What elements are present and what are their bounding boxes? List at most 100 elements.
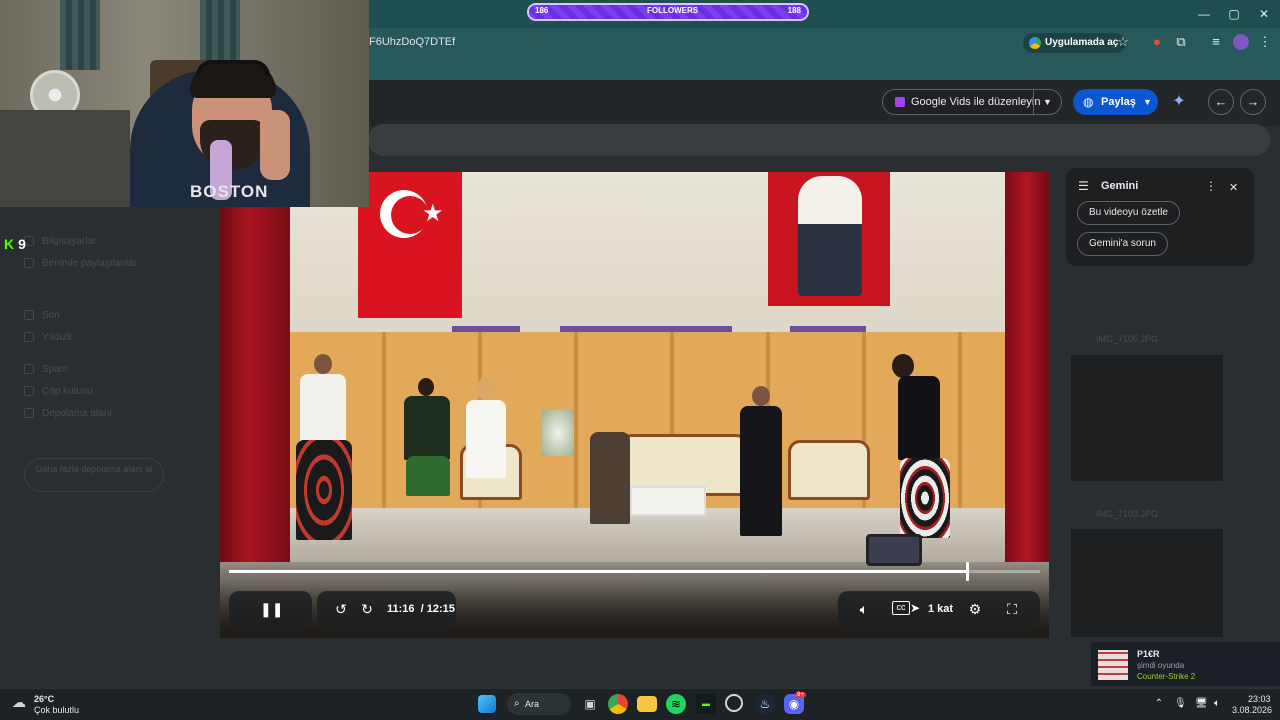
rewind-10-icon[interactable]: ↺ <box>332 600 350 618</box>
open-in-app-button[interactable]: Uygulamada aç <box>1023 33 1127 53</box>
video-frame[interactable]: ★ <box>220 172 1049 638</box>
clock-icon <box>24 310 34 321</box>
progress-played <box>229 570 967 573</box>
search-icon: ⌕ <box>514 698 520 709</box>
discord-badge: 9+ <box>795 692 806 698</box>
taskbar-search[interactable]: ⌕ Ara <box>507 693 571 715</box>
sidebar-item-computers[interactable]: Bilgisayarlar <box>24 236 96 247</box>
task-view-icon[interactable]: ▣ <box>580 694 600 714</box>
obs-icon[interactable] <box>725 694 743 712</box>
friend-avatar <box>1098 650 1128 680</box>
duration: / 12:15 <box>420 603 455 615</box>
shared-icon <box>24 258 34 269</box>
sidebar-item-storage[interactable]: Depolama alanı <box>24 408 112 419</box>
playback-speed[interactable]: 1 kat <box>928 603 953 615</box>
edit-with-vids-button[interactable]: Google Vids ile düzenleyin ▼ <box>882 89 1062 115</box>
clock-date[interactable]: 3.08.2026 <box>1232 705 1272 715</box>
portrait-banner <box>768 172 890 306</box>
close-window-icon[interactable]: ✕ <box>1256 6 1272 22</box>
turkish-flag: ★ <box>358 172 462 318</box>
trash-icon <box>24 386 34 397</box>
followers-right-count: 188 <box>787 6 801 15</box>
captions-icon[interactable]: cc <box>892 601 910 615</box>
kick-logo: K <box>4 236 15 252</box>
extensions-puzzle-icon[interactable]: ⧉ <box>1173 34 1189 50</box>
sidebar-item-shared[interactable]: Benimle paylaşılanlar <box>24 258 137 269</box>
progress-scrubber[interactable] <box>966 562 969 581</box>
file-title: IMG_7103.JPG <box>1096 509 1159 519</box>
star-icon <box>24 332 34 343</box>
share-button[interactable]: ◍ Paylaş ▼ <box>1073 89 1158 115</box>
more-vert-icon[interactable]: ⋮ <box>1205 179 1217 193</box>
summarize-video-chip[interactable]: Bu videoyu özetle <box>1077 201 1180 225</box>
bookmark-star-icon[interactable]: ☆ <box>1115 34 1131 50</box>
network-icon[interactable]: 🖥︎ <box>1195 698 1208 710</box>
time-display: 11:16 / 12:15 <box>387 603 455 615</box>
speaker-icon[interactable]: 🔈︎ <box>1211 698 1223 710</box>
vids-icon <box>895 97 905 107</box>
drive-icon <box>1029 37 1041 49</box>
followers-label: FOLLOWERS <box>647 6 699 15</box>
get-more-storage-button[interactable]: Daha fazla depolama alanı al <box>24 458 164 492</box>
previous-arrow-icon[interactable]: ← <box>1208 89 1234 115</box>
gemini-sparkle-icon[interactable]: ✦ <box>1170 93 1188 111</box>
kick-app-icon[interactable]: ▬ <box>696 694 716 714</box>
headset <box>196 60 270 76</box>
close-icon[interactable]: ✕ <box>1229 181 1238 194</box>
volume-icon[interactable]: 🔈︎ <box>855 600 873 618</box>
settings-icon[interactable]: ⚙ <box>966 600 984 618</box>
maximize-icon[interactable]: ▢ <box>1226 6 1242 22</box>
current-time: 11:16 <box>387 603 415 615</box>
fullscreen-icon[interactable]: ⛶ <box>1003 600 1021 618</box>
followers-goal-widget: 186 FOLLOWERS 188 <box>527 3 809 21</box>
sidebar-item-recent[interactable]: Son <box>24 310 60 321</box>
weather-temp[interactable]: 26°C <box>34 694 54 704</box>
extension-icon[interactable]: ● <box>1149 34 1165 50</box>
minimize-icon[interactable]: — <box>1196 6 1212 22</box>
gemini-menu-icon: ☰ <box>1078 179 1089 193</box>
spotify-icon[interactable]: ≋ <box>666 694 686 714</box>
spam-icon <box>24 364 34 375</box>
start-icon[interactable] <box>478 695 496 713</box>
friend-name: P1€R <box>1137 649 1160 659</box>
cloud-weather-icon[interactable]: ☁ <box>12 694 26 711</box>
sidebar-item-spam[interactable]: Spam <box>24 364 68 375</box>
steam-icon[interactable]: ♨ <box>755 694 775 714</box>
file-thumbnail[interactable] <box>1070 528 1224 638</box>
friend-status: şimdi oyunda <box>1137 661 1185 670</box>
curtain-right <box>1005 172 1049 562</box>
more-vert-icon[interactable]: ⋮ <box>1257 34 1273 50</box>
sidebar-item-starred[interactable]: Yıldızlı <box>24 332 72 343</box>
followers-left-count: 186 <box>535 6 549 15</box>
curtain-left <box>220 172 290 562</box>
friend-game: Counter-Strike 2 <box>1137 672 1196 681</box>
profile-avatar[interactable] <box>1233 34 1249 50</box>
sidebar-item-trash[interactable]: Çöp kutusu <box>24 386 93 397</box>
clock-time[interactable]: 23:03 <box>1248 694 1271 704</box>
microphone-icon[interactable]: 🎙︎ <box>1174 698 1187 710</box>
kick-viewer-count: K9 <box>4 236 26 252</box>
file-explorer-icon[interactable] <box>637 696 657 712</box>
pause-icon[interactable]: ❚❚ <box>260 600 283 618</box>
phone-in-audience <box>866 534 922 566</box>
chevron-down-icon[interactable]: ▼ <box>1043 90 1052 114</box>
drive-search-bar[interactable] <box>368 124 1270 156</box>
weather-desc[interactable]: Çok bulutlu <box>34 705 79 715</box>
next-arrow-icon[interactable]: → <box>1240 89 1266 115</box>
forward-10-icon[interactable]: ↻ <box>358 600 376 618</box>
file-thumbnail[interactable] <box>1070 354 1224 482</box>
mouse-cursor-icon: ➤ <box>910 601 921 615</box>
chevron-down-icon[interactable]: ▼ <box>1143 89 1152 115</box>
file-title: IMG_7105.JPG <box>1096 334 1159 344</box>
url-text[interactable]: F6UhzDoQ7DTEf <box>369 36 455 48</box>
webcam-overlay: BOSTON <box>0 0 369 207</box>
cloud-icon <box>24 408 34 419</box>
media-icon[interactable]: ≡ <box>1208 34 1224 50</box>
hand <box>260 110 290 180</box>
globe-icon: ◍ <box>1083 95 1094 109</box>
ask-gemini-chip[interactable]: Gemini'a sorun <box>1077 232 1168 256</box>
chevron-up-icon[interactable]: ⌃ <box>1153 698 1165 710</box>
shirt-text: BOSTON <box>190 182 269 201</box>
gemini-title: Gemini <box>1101 180 1139 192</box>
chrome-icon[interactable] <box>608 694 628 714</box>
